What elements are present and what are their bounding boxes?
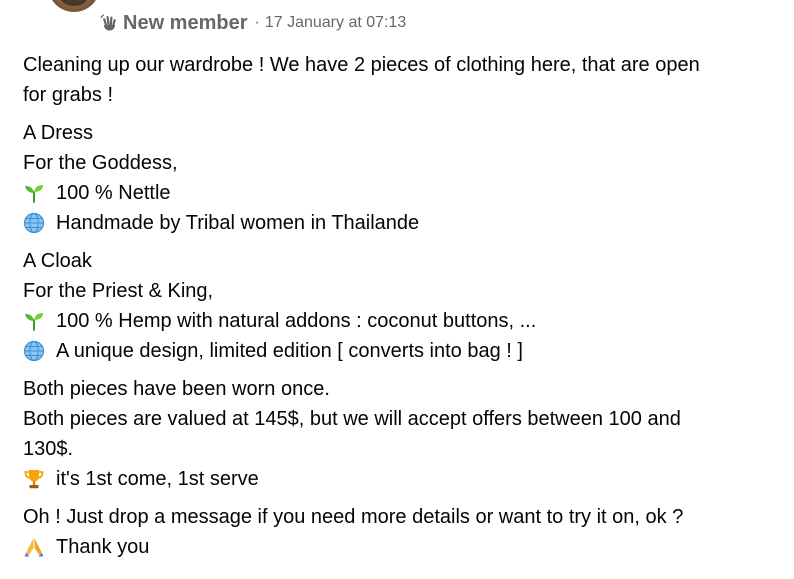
post-line: 130$.: [23, 434, 785, 464]
seedling-icon: [23, 182, 45, 204]
post-line: A Dress: [23, 118, 785, 148]
post-line: For the Goddess,: [23, 148, 785, 178]
post-line-text: Oh ! Just drop a message if you need mor…: [23, 506, 684, 528]
waving-hand-icon: [100, 14, 118, 32]
new-member-badge[interactable]: New member: [123, 12, 248, 35]
post-line-text: For the Priest & King,: [23, 280, 214, 302]
avatar-beard: [60, 0, 88, 6]
post-line: Thank you: [23, 532, 785, 562]
post-paragraph: Both pieces have been worn once. Both pie…: [23, 374, 785, 494]
post-paragraph: Cleaning up our wardrobe ! We have 2 pie…: [23, 50, 785, 110]
folded-hands-icon: [23, 536, 45, 558]
post-line-text: Thank you: [56, 536, 150, 558]
post-paragraph: Oh ! Just drop a message if you need mor…: [23, 502, 785, 562]
post-line: Both pieces are valued at 145$, but we w…: [23, 404, 785, 434]
post-line-text: Cleaning up our wardrobe ! We have 2 pie…: [23, 54, 700, 76]
globe-icon: [23, 340, 45, 362]
post-line-text: A unique design, limited edition [ conve…: [56, 340, 523, 362]
post-line-text: 100 % Nettle: [56, 182, 171, 204]
post-line: it's 1st come, 1st serve: [23, 464, 785, 494]
post-line-text: it's 1st come, 1st serve: [56, 468, 259, 490]
trophy-icon: [23, 468, 45, 490]
post-line-text: A Dress: [23, 122, 94, 144]
post-line-text: 130$.: [23, 438, 74, 460]
post-line: A unique design, limited edition [ conve…: [23, 336, 785, 366]
author-avatar[interactable]: [48, 0, 100, 12]
post-line: 100 % Nettle: [23, 178, 785, 208]
post-timestamp[interactable]: 17 January at 07:13: [265, 14, 406, 32]
post-line-text: 100 % Hemp with natural addons : coconut…: [56, 310, 537, 332]
post-line-text: Handmade by Tribal women in Thailande: [56, 212, 420, 234]
post-line: Cleaning up our wardrobe ! We have 2 pie…: [23, 50, 785, 80]
post-line: Oh ! Just drop a message if you need mor…: [23, 502, 785, 532]
post-line-text: for grabs !: [23, 84, 114, 106]
post-line-text: A Cloak: [23, 250, 92, 272]
post-line: for grabs !: [23, 80, 785, 110]
globe-icon: [23, 212, 45, 234]
post-line-text: Both pieces have been worn once.: [23, 378, 330, 400]
header-separator: ·: [254, 14, 260, 31]
post-line: Handmade by Tribal women in Thailande: [23, 208, 785, 238]
post-line: 100 % Hemp with natural addons : coconut…: [23, 306, 785, 336]
post-line: For the Priest & King,: [23, 276, 785, 306]
post-header: New member · 17 January at 07:13: [100, 10, 406, 36]
post-line-text: Both pieces are valued at 145$, but we w…: [23, 408, 681, 430]
post-line-text: For the Goddess,: [23, 152, 178, 174]
post-body: Cleaning up our wardrobe ! We have 2 pie…: [23, 50, 785, 570]
post-line: A Cloak: [23, 246, 785, 276]
post-paragraph: A Dress For the Goddess, 100 % Nettle Han…: [23, 118, 785, 238]
seedling-icon: [23, 310, 45, 332]
post-paragraph: A Cloak For the Priest & King, 100 % Hemp…: [23, 246, 785, 366]
post-line: Both pieces have been worn once.: [23, 374, 785, 404]
